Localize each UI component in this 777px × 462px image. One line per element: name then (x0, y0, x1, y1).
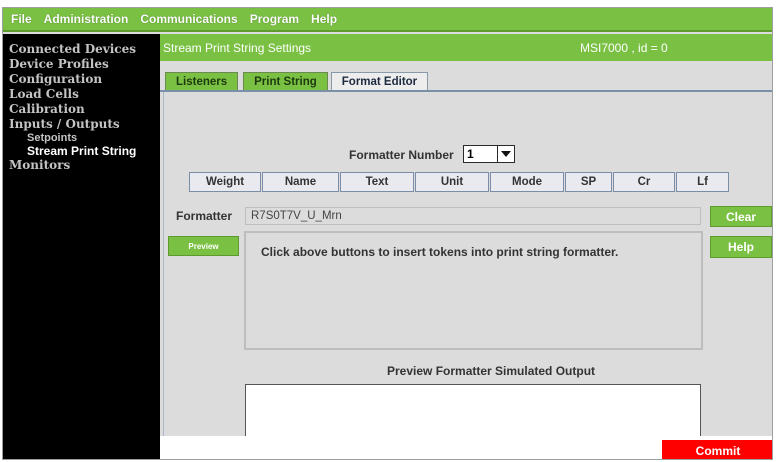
token-weight-button[interactable]: Weight (189, 172, 261, 192)
tab-print-string[interactable]: Print String (243, 72, 328, 90)
help-button[interactable]: Help (710, 236, 772, 258)
device-id-label: MSI7000 , id = 0 (580, 41, 668, 55)
menu-help[interactable]: Help (311, 12, 337, 26)
sidebar-item-stream-print-string[interactable]: Stream Print String (3, 145, 160, 158)
sidebar-item-monitors[interactable]: Monitors (3, 158, 160, 173)
footer-bar: Commit (160, 436, 772, 459)
menu-bar: File Administration Communications Progr… (3, 8, 772, 32)
app-window: File Administration Communications Progr… (2, 7, 773, 460)
formatter-input[interactable]: R7S0T7V_U_Mrn (245, 207, 701, 225)
formatter-label: Formatter (176, 209, 233, 223)
token-sp-button[interactable]: SP (565, 172, 612, 192)
menu-program[interactable]: Program (250, 12, 299, 26)
commit-button[interactable]: Commit (662, 440, 772, 459)
token-lf-button[interactable]: Lf (676, 172, 729, 192)
preview-output-label: Preview Formatter Simulated Output (387, 364, 596, 378)
menu-administration[interactable]: Administration (44, 12, 129, 26)
tab-format-editor[interactable]: Format Editor (330, 72, 429, 90)
message-area: Click above buttons to insert tokens int… (244, 231, 703, 350)
page-title: Stream Print String Settings (163, 40, 312, 55)
chevron-down-icon[interactable] (498, 145, 515, 163)
formatter-number-dropdown[interactable]: 1 (463, 145, 515, 163)
format-editor-panel: Formatter Number 1 Weight Name Text Unit… (163, 92, 772, 448)
sidebar-item-connected-devices[interactable]: Connected Devices (3, 42, 160, 57)
clear-button[interactable]: Clear (710, 206, 772, 227)
menu-communications[interactable]: Communications (140, 12, 237, 26)
sidebar-item-calibration[interactable]: Calibration (3, 102, 160, 117)
main-content: Listeners Print String Format Editor For… (160, 61, 772, 448)
token-unit-button[interactable]: Unit (415, 172, 489, 192)
tab-listeners[interactable]: Listeners (165, 72, 239, 90)
preview-button[interactable]: Preview (168, 236, 239, 256)
token-mode-button[interactable]: Mode (490, 172, 564, 192)
tab-bar: Listeners Print String Format Editor (160, 72, 429, 90)
sidebar-item-load-cells[interactable]: Load Cells (3, 87, 160, 102)
sidebar-item-device-profiles[interactable]: Device Profiles (3, 57, 160, 72)
sidebar-item-configuration[interactable]: Configuration (3, 72, 160, 87)
token-cr-button[interactable]: Cr (613, 172, 675, 192)
formatter-number-label: Formatter Number (349, 148, 454, 162)
sidebar-item-inputs-outputs[interactable]: Inputs / Outputs (3, 117, 160, 132)
instruction-text: Click above buttons to insert tokens int… (261, 245, 619, 259)
menu-file[interactable]: File (11, 12, 32, 26)
sidebar-nav: Connected Devices Device Profiles Config… (3, 34, 160, 459)
formatter-number-value[interactable]: 1 (463, 145, 498, 163)
token-text-button[interactable]: Text (340, 172, 414, 192)
page-header: Stream Print String Settings MSI7000 , i… (160, 34, 772, 61)
token-name-button[interactable]: Name (262, 172, 339, 192)
